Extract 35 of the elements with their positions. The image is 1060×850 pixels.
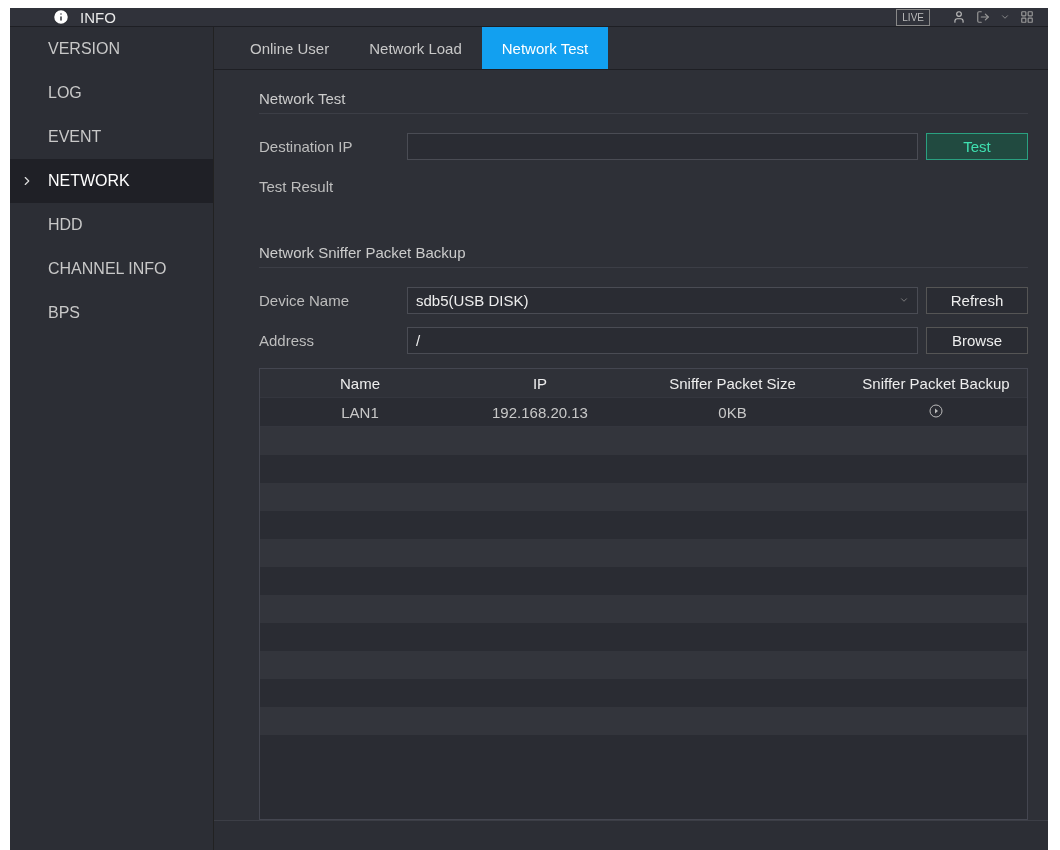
table-cell-text: LAN1 (340, 403, 380, 421)
field-label: Device Name (259, 291, 351, 309)
sidebar-item[interactable]: HDD (10, 203, 213, 247)
browse-button[interactable]: Browse (926, 326, 1028, 354)
column-header: Sniffer Packet Backup (861, 374, 1011, 392)
section-title: Network Sniffer Packet Backup (259, 244, 1028, 268)
sidebar-item[interactable]: NETWORK (10, 159, 213, 203)
sidebar-item[interactable]: VERSION (10, 27, 213, 71)
dropdown-field[interactable]: sdb5(USB DISK) (407, 286, 918, 314)
table-cell-text: 192.168.20.13 (491, 403, 589, 421)
column-header: Name (339, 374, 381, 392)
play-icon[interactable] (929, 403, 943, 418)
refresh-button[interactable]: Refresh (926, 286, 1028, 314)
column-header: Sniffer Packet Size (668, 374, 797, 392)
column-header: IP (531, 374, 549, 392)
test-button[interactable]: Test (926, 132, 1028, 160)
tab[interactable]: Online User (230, 27, 350, 69)
field-label: Address (259, 331, 316, 349)
field-label: Destination IP (259, 137, 354, 155)
tab[interactable]: Network Load (349, 27, 482, 69)
sidebar-item[interactable]: EVENT (10, 115, 213, 159)
sidebar-item[interactable]: BPS (10, 291, 213, 335)
grid-icon[interactable] (1020, 10, 1034, 24)
user-icon[interactable] (952, 10, 966, 24)
dropdown-caret-icon[interactable] (899, 295, 909, 305)
sidebar-item[interactable]: CHANNEL INFO (10, 247, 213, 291)
sidebar-item[interactable]: LOG (10, 71, 213, 115)
section-title: Network Test (259, 90, 1028, 114)
page-title: INFO (80, 8, 116, 26)
table-cell-text: 0KB (717, 403, 748, 421)
logout-icon[interactable] (976, 10, 990, 24)
caret-icon[interactable] (1000, 12, 1010, 22)
input-field[interactable]: / (407, 326, 918, 354)
live-button[interactable]: LIVE (896, 8, 930, 26)
field-label: Test Result (259, 177, 335, 195)
